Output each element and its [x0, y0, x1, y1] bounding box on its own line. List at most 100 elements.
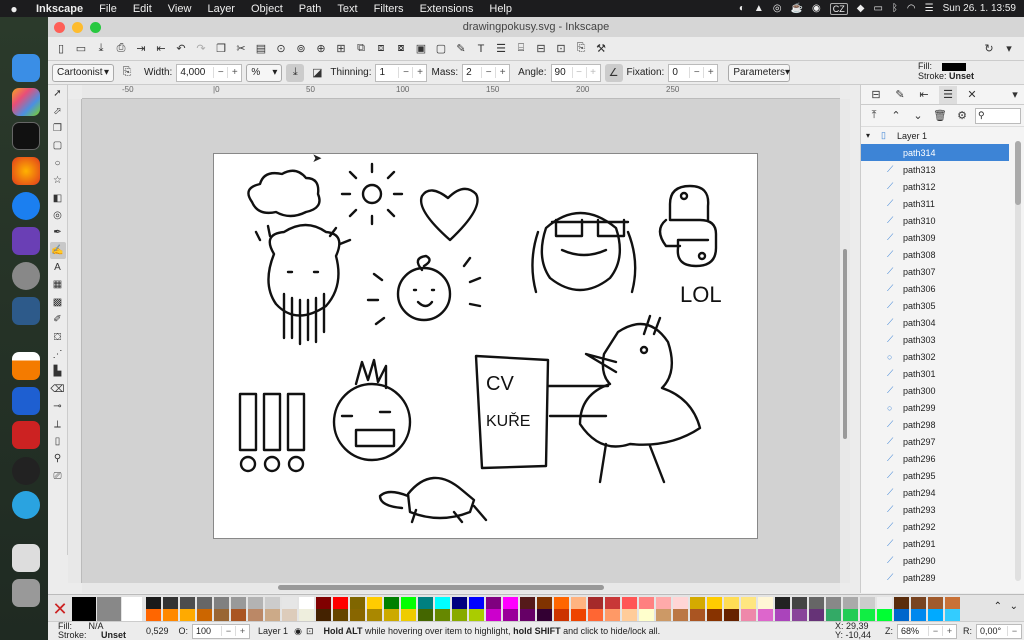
color-swatch[interactable]	[673, 609, 688, 621]
tilt-icon[interactable]: ∠	[604, 63, 623, 82]
group-icon[interactable]: ▣	[412, 40, 430, 58]
color-swatch[interactable]	[282, 609, 297, 621]
color-swatch[interactable]	[622, 609, 637, 621]
safari-icon[interactable]	[12, 192, 40, 220]
open-icon[interactable]: ▭	[72, 40, 90, 58]
color-swatch[interactable]	[401, 609, 416, 621]
object-row[interactable]: ⟋ path306	[861, 280, 1009, 297]
palette-up-icon[interactable]: ⌃	[994, 601, 1002, 612]
increment-icon[interactable]: +	[703, 67, 717, 78]
zoom-tool-icon[interactable]: ⚲	[50, 450, 66, 467]
increment-icon[interactable]: +	[585, 67, 600, 78]
color-swatch[interactable]	[639, 609, 654, 621]
style-indicator[interactable]: Fill: N/A Stroke: Unset	[48, 622, 146, 640]
color-swatch[interactable]	[248, 609, 263, 621]
undo-icon[interactable]: ↶	[172, 40, 190, 58]
color-swatch[interactable]	[860, 597, 875, 609]
color-swatch[interactable]	[469, 597, 484, 609]
color-swatch[interactable]	[860, 609, 875, 621]
zoom-drawing-icon[interactable]: ⊚	[292, 40, 310, 58]
decrement-icon[interactable]: −	[481, 67, 495, 78]
panel-scrollbar[interactable]	[1015, 141, 1021, 581]
tab-layers-icon[interactable]: ☰	[939, 85, 957, 104]
mass-value[interactable]: 2	[463, 67, 481, 78]
color-swatch[interactable]	[673, 597, 688, 609]
color-swatch[interactable]	[775, 597, 790, 609]
pen-tool-icon[interactable]: ✒	[50, 224, 66, 241]
color-swatch[interactable]	[248, 597, 263, 609]
color-swatch[interactable]	[554, 597, 569, 609]
terminal-icon[interactable]	[12, 122, 40, 150]
color-swatch[interactable]	[809, 609, 824, 621]
launchpad-icon[interactable]	[12, 88, 40, 116]
object-row[interactable]: ⟋ path297	[861, 433, 1009, 450]
paint-bucket-tool-icon[interactable]: ⛋	[50, 328, 66, 345]
object-row[interactable]: ⟋ path292	[861, 518, 1009, 535]
color-swatch[interactable]	[622, 597, 637, 609]
decrement-icon[interactable]: −	[1007, 626, 1021, 636]
menu-path[interactable]: Path	[291, 3, 330, 15]
color-swatch[interactable]	[367, 609, 382, 621]
fixation-value[interactable]: 0	[669, 67, 689, 78]
color-swatch[interactable]	[282, 597, 297, 609]
search-field[interactable]: ⚲	[975, 107, 1021, 124]
color-swatch[interactable]	[690, 597, 705, 609]
horizontal-ruler[interactable]: -50 |0 50 100 150 200 250	[82, 85, 840, 99]
object-row[interactable]: ⟋ path301	[861, 365, 1009, 382]
thinning-value[interactable]: 1	[376, 67, 398, 78]
snap-options-icon[interactable]: ▾	[1000, 40, 1018, 58]
vertical-ruler[interactable]	[68, 99, 82, 583]
node-tool-icon[interactable]: ⬀	[50, 102, 66, 119]
add-layer-icon[interactable]: ⤒	[865, 107, 883, 125]
fill-stroke-icon[interactable]: ✎	[452, 40, 470, 58]
color-swatch[interactable]	[758, 597, 773, 609]
dropbox-icon[interactable]: ◆	[857, 3, 865, 14]
color-swatch[interactable]	[299, 597, 314, 609]
color-swatch[interactable]	[452, 597, 467, 609]
symbols-icon[interactable]: ⊡	[552, 40, 570, 58]
color-swatch[interactable]	[197, 597, 212, 609]
measure-tool-icon[interactable]: ⟂	[50, 415, 66, 432]
text-font-icon[interactable]: T	[472, 40, 490, 58]
object-row[interactable]: ⟋ path309	[861, 229, 1009, 246]
color-swatch[interactable]	[809, 597, 824, 609]
color-swatch[interactable]	[435, 609, 450, 621]
color-swatch[interactable]	[911, 609, 926, 621]
horizontal-scrollbar[interactable]	[82, 583, 840, 593]
object-row[interactable]: ⟋ path312	[861, 178, 1009, 195]
preferences-icon[interactable]: ⚒	[592, 40, 610, 58]
wifi-icon[interactable]: ◠	[907, 3, 916, 14]
color-swatch[interactable]	[367, 597, 382, 609]
object-row[interactable]: ⟋ path290	[861, 552, 1009, 569]
color-swatch[interactable]	[537, 597, 552, 609]
color-swatch[interactable]	[486, 597, 501, 609]
color-swatch[interactable]	[384, 597, 399, 609]
color-swatch[interactable]	[588, 609, 603, 621]
color-swatch[interactable]	[945, 609, 960, 621]
color-swatch[interactable]	[894, 609, 909, 621]
color-swatch[interactable]	[826, 609, 841, 621]
drawing-page[interactable]: LOL CV KUŘE	[213, 153, 758, 539]
shape-builder-tool-icon[interactable]: ▙	[50, 363, 66, 380]
object-row[interactable]: ⟋ path296	[861, 450, 1009, 467]
decrement-icon[interactable]: −	[398, 67, 412, 78]
color-swatch[interactable]	[826, 597, 841, 609]
zoom-spinbox[interactable]: 68% − +	[897, 623, 957, 639]
vertical-scrollbar[interactable]	[840, 99, 850, 583]
color-swatch[interactable]	[605, 609, 620, 621]
app-menu[interactable]: Inkscape	[28, 3, 91, 15]
object-row[interactable]: ⟋ path294	[861, 484, 1009, 501]
color-swatch[interactable]	[231, 609, 246, 621]
color-swatch[interactable]	[877, 597, 892, 609]
save-preset-icon[interactable]: ⎘	[118, 64, 136, 82]
status-icon[interactable]: ◐	[739, 3, 745, 14]
menu-help[interactable]: Help	[481, 3, 520, 15]
wifi-settings-icon[interactable]: ◎	[773, 3, 782, 14]
panel-menu-icon[interactable]: ▾	[1006, 86, 1024, 104]
menu-view[interactable]: View	[160, 3, 200, 15]
dropper-tool-icon[interactable]: ✐	[50, 311, 66, 328]
tweak-tool-icon[interactable]: ❐	[50, 120, 66, 137]
color-swatch[interactable]	[537, 609, 552, 621]
duplicate-icon[interactable]: ⧉	[352, 40, 370, 58]
object-row[interactable]: ⟋ path303	[861, 331, 1009, 348]
